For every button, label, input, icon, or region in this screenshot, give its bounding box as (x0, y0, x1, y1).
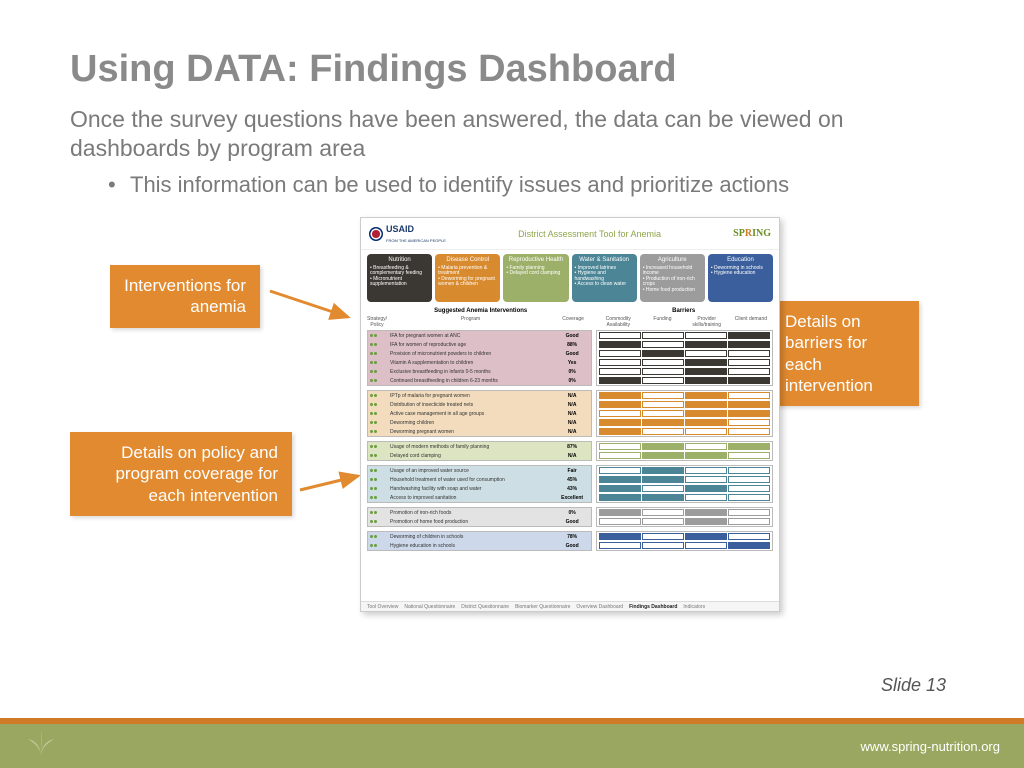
table-row: Vitamin A supplementation to childrenYes (368, 358, 591, 367)
barrier-row (597, 508, 772, 517)
barrier-row (597, 484, 772, 493)
worksheet-tab: District Questionnaire (461, 604, 509, 610)
dashboard-screenshot: USAID FROM THE AMERICAN PEOPLE District … (360, 217, 780, 612)
table-row: Continued breastfeeding in children 6-23… (368, 376, 591, 385)
intervention-group: IFA for pregnant women at ANCGoodIFA for… (367, 330, 773, 388)
barrier-row (597, 367, 772, 376)
usaid-seal-icon (369, 227, 383, 241)
callout-interventions: Interventions for anemia (110, 265, 260, 328)
worksheet-tab: Findings Dashboard (629, 604, 677, 610)
table-row: IFA for women of reproductive age88% (368, 340, 591, 349)
worksheet-tabs: Tool Overview National Questionnaire Distr… (361, 601, 779, 611)
content-area: Interventions for anemia Details on poli… (70, 217, 954, 637)
barrier-row (597, 541, 772, 550)
intervention-group: Deworming of children in schools78%Hygie… (367, 531, 773, 553)
barrier-row (597, 517, 772, 526)
col-label: Commodity Availability (596, 316, 640, 328)
barrier-row (597, 427, 772, 436)
category-tile: Water & Sanitation• Improved latrines• H… (572, 254, 637, 302)
barrier-row (597, 340, 772, 349)
footer-bar: www.spring-nutrition.org (0, 724, 1024, 768)
worksheet-tab: Tool Overview (367, 604, 398, 610)
col-label: Funding (640, 316, 684, 328)
col-label: Coverage (554, 316, 592, 328)
table-zone: Suggested Anemia Interventions Barriers … (361, 304, 779, 559)
section-right-label: Barriers (594, 308, 773, 314)
barrier-row (597, 451, 772, 460)
barrier-row (597, 442, 772, 451)
dashboard-header: USAID FROM THE AMERICAN PEOPLE District … (361, 218, 779, 250)
table-row: Deworming of children in schools78% (368, 532, 591, 541)
table-row: IFA for pregnant women at ANCGood (368, 331, 591, 340)
arrow-icon (298, 470, 368, 500)
category-tiles: Nutrition• Breastfeeding & complementary… (361, 250, 779, 304)
barrier-row (597, 376, 772, 385)
leaf-icon (24, 729, 58, 764)
usaid-subtext: FROM THE AMERICAN PEOPLE (386, 238, 446, 243)
col-label: Strategy/ Policy (367, 316, 387, 328)
column-headers: Strategy/ Policy Program Coverage Commod… (367, 316, 773, 328)
barrier-row (597, 358, 772, 367)
barrier-row (597, 532, 772, 541)
usaid-text: USAID (386, 224, 414, 234)
table-row: Household treatment of water used for co… (368, 475, 591, 484)
barrier-row (597, 400, 772, 409)
spring-logo: SPRING (733, 228, 771, 239)
table-row: Usage of modern methods of family planni… (368, 442, 591, 451)
table-row: Provision of micronutrient powders to ch… (368, 349, 591, 358)
col-label: Client demand (729, 316, 773, 328)
table-row: IPTp of malaria for pregnant womenN/A (368, 391, 591, 400)
category-tile: Agriculture• Increased household income•… (640, 254, 705, 302)
page-title: Using DATA: Findings Dashboard (70, 48, 954, 91)
barrier-row (597, 493, 772, 502)
slide: Using DATA: Findings Dashboard Once the … (0, 0, 1024, 768)
table-row: Active case management in all age groups… (368, 409, 591, 418)
bullet-text: This information can be used to identify… (130, 171, 954, 200)
table-row: Exclusive breastfeeding in infants 0-5 m… (368, 367, 591, 376)
intervention-group: Usage of an improved water sourceFairHou… (367, 465, 773, 505)
intervention-group: Usage of modern methods of family planni… (367, 441, 773, 463)
usaid-logo: USAID FROM THE AMERICAN PEOPLE (369, 224, 446, 244)
table-row: Promotion of home food productionGood (368, 517, 591, 526)
barrier-row (597, 475, 772, 484)
table-row: Access to improved sanitationExcellent (368, 493, 591, 502)
table-row: Deworming pregnant womenN/A (368, 427, 591, 436)
table-row: Deworming childrenN/A (368, 418, 591, 427)
worksheet-tab: Biomarker Questionnaire (515, 604, 570, 610)
intervention-group: Promotion of iron-rich foods0%Promotion … (367, 507, 773, 529)
table-row: Handwashing facility with soap and water… (368, 484, 591, 493)
category-tile: Reproductive Health• Family planning• De… (503, 254, 568, 302)
lead-text: Once the survey questions have been answ… (70, 105, 954, 163)
category-tile: Nutrition• Breastfeeding & complementary… (367, 254, 432, 302)
barrier-row (597, 466, 772, 475)
barrier-row (597, 331, 772, 340)
table-row: Hygiene education in schoolsGood (368, 541, 591, 550)
slide-number: Slide 13 (881, 675, 946, 696)
category-tile: Education• Deworming in schools• Hygiene… (708, 254, 773, 302)
arrow-icon (268, 285, 358, 325)
dashboard-title: District Assessment Tool for Anemia (518, 229, 661, 239)
table-row: Usage of an improved water sourceFair (368, 466, 591, 475)
table-row: Promotion of iron-rich foods0% (368, 508, 591, 517)
category-tile: Disease Control• Malaria prevention & tr… (435, 254, 500, 302)
callout-barriers: Details on barriers for each interventio… (771, 301, 919, 406)
callout-coverage: Details on policy and program coverage f… (70, 432, 292, 516)
section-left-label: Suggested Anemia Interventions (367, 308, 594, 314)
worksheet-tab: Overview Dashboard (576, 604, 623, 610)
footer-url: www.spring-nutrition.org (861, 739, 1000, 754)
col-label: Provider skills/training (685, 316, 729, 328)
section-headers: Suggested Anemia Interventions Barriers (367, 306, 773, 316)
worksheet-tab: Indicators (683, 604, 705, 610)
table-row: Distribution of insecticide treated nets… (368, 400, 591, 409)
barrier-row (597, 409, 772, 418)
barrier-row (597, 349, 772, 358)
barrier-row (597, 418, 772, 427)
intervention-group: IPTp of malaria for pregnant womenN/ADis… (367, 390, 773, 439)
worksheet-tab: National Questionnaire (404, 604, 455, 610)
table-row: Delayed cord clampingN/A (368, 451, 591, 460)
barrier-row (597, 391, 772, 400)
col-label: Program (387, 316, 554, 328)
